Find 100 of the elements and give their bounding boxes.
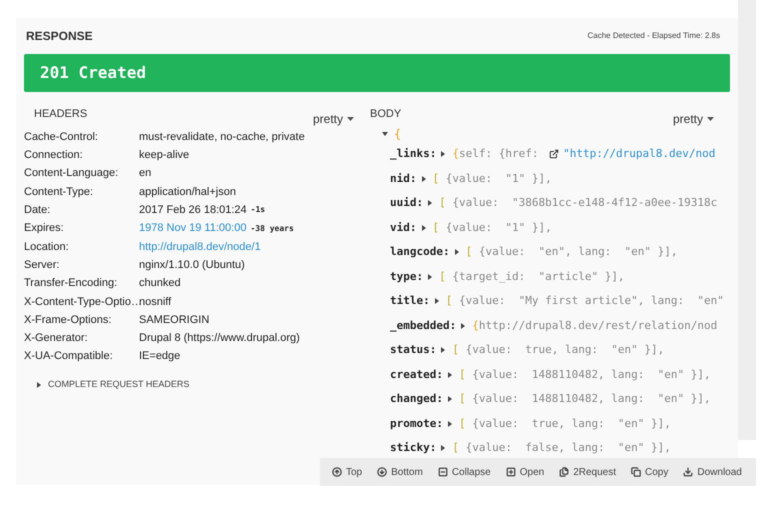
caret-right-icon[interactable] [446,372,453,378]
header-value: Drupal 8 (https://www.drupal.org) [139,331,300,346]
header-name: Content-Type: [24,184,94,200]
header-value: IE=edge [139,349,180,364]
json-bracket: [ [432,220,440,236]
json-bracket: { [452,146,459,162]
header-name: Server: [24,258,60,273]
section-title: RESPONSE [26,28,93,45]
toolbar-button[interactable]: Collapse [438,464,491,480]
caret-down-icon [347,117,354,121]
json-value: {value: "en", lang: "en" }], [478,244,678,260]
complete-headers-toggle[interactable]: COMPLETE REQUEST HEADERS [36,378,354,392]
header-value: must-revalidate, no-cache, private [139,130,305,145]
status-text: 201 Created [40,62,146,84]
json-bracket: [ [458,366,466,382]
json-value: {value: "1" }], [444,170,552,186]
caret-right-icon[interactable] [440,445,446,452]
json-bracket: [ [452,342,459,358]
header-value: application/hal+json [139,184,236,200]
toolbar-button[interactable]: Download [683,464,742,480]
documents-icon [559,467,570,477]
caret-right-icon[interactable] [446,396,453,402]
caret-right-icon[interactable] [440,151,446,158]
json-key: type: [390,268,424,285]
json-value: self: {href: [458,146,540,162]
toolbar-button[interactable]: Top [332,464,362,480]
caret-right-icon[interactable] [36,382,42,388]
json-key: created: [390,366,443,383]
header-name: X-Frame-Options: [24,312,112,328]
caret-right-icon[interactable] [427,274,434,280]
headers-title: HEADERS [34,107,88,122]
header-name: X-Content-Type-Optio… [24,294,139,310]
relative-time: -1s [250,204,266,216]
caret-right-icon[interactable] [440,347,446,354]
body-title: BODY [370,107,402,122]
json-bracket: [ [439,268,446,284]
header-name: X-UA-Compatible: [24,349,114,364]
elapsed-time: Cache Detected - Elapsed Time: 2.8s [587,30,720,42]
json-bracket: { [472,318,479,334]
caret-right-icon[interactable] [434,298,440,304]
external-link-icon[interactable] [549,149,560,160]
toolbar-button[interactable]: Open [506,464,544,480]
json-bracket: [ [458,416,466,432]
json-bracket: [ [458,391,466,407]
caret-down-icon [707,117,714,121]
header-value: keep-alive [139,148,190,164]
caret-right-icon[interactable] [446,420,453,427]
json-bracket: [ [452,440,459,456]
json-key: _links: [390,146,436,162]
json-key: changed: [390,391,443,408]
json-bracket: [ [466,244,472,260]
toolbar-button[interactable]: Copy [631,464,668,480]
json-value: {value: true, lang: "en" }], [464,342,664,358]
caret-right-icon[interactable] [420,224,426,231]
header-name: Cache-Control: [24,130,99,145]
relative-time: -38 years [250,222,294,235]
json-value: {value: "My first article", lang: "en" [458,293,724,309]
header-value: nosniff [139,294,172,310]
header-name: Connection: [24,148,84,164]
json-key: uuid: [390,195,424,212]
json-key: title: [390,293,430,310]
header-value: en [139,166,152,182]
plus-square-icon [506,467,516,477]
json-bracket: [ [446,293,452,309]
json-value: {target_id: "article" }], [451,268,625,285]
arrow-up-circle-icon [332,467,342,477]
json-value: {value: "3868b1cc-e148-4f12-a0ee-19318c [451,195,718,211]
copy-icon [631,467,642,477]
format-dropdown[interactable]: pretty [672,110,714,128]
json-key: nid: [390,170,416,187]
json-value: {value: 1488110482, lang: "en" }], [471,391,711,407]
header-name: Location: [24,240,70,255]
json-value: {value: false, lang: "en" }], [464,440,671,456]
json-value: {value: 1488110482, lang: "en" }], [471,366,711,382]
header-value: chunked [139,276,181,292]
header-value: SAMEORIGIN [139,312,210,328]
toolbar-button[interactable]: 2Request [559,464,616,480]
caret-right-icon[interactable] [420,176,426,182]
caret-right-icon[interactable] [427,200,434,206]
caret-right-icon[interactable] [454,249,460,256]
header-name: Content-Language: [24,166,120,182]
header-value: nginx/1.10.0 (Ubuntu) [139,258,245,273]
json-value: {value: "1" }], [444,220,552,236]
json-key: _embedded: [390,318,456,334]
format-dropdown[interactable]: pretty [312,110,354,128]
header-name: X-Generator: [24,331,89,346]
header-name: Transfer-Encoding: [24,276,118,292]
json-key: promote: [390,416,443,432]
header-value: 2017 Feb 26 18:01:24 [139,203,247,218]
caret-right-icon[interactable] [460,322,466,329]
arrow-down-circle-icon [377,467,388,477]
minus-square-icon [438,467,448,477]
json-key: status: [390,342,436,358]
json-key: sticky: [390,440,436,456]
json-brace: { [394,126,402,143]
json-bracket: [ [432,170,440,186]
json-value: {value: true, lang: "en" }], [471,416,671,432]
json-key: langcode: [390,244,450,260]
caret-down-icon[interactable] [382,131,388,137]
toolbar-button[interactable]: Bottom [377,464,423,480]
